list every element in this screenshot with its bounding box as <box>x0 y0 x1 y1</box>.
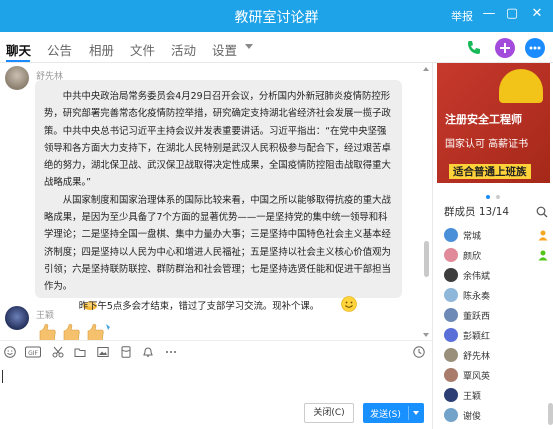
member-row[interactable]: 舒先林 <box>444 346 544 366</box>
avatar[interactable] <box>5 66 29 90</box>
tab-chat[interactable]: 聊天 <box>6 40 31 59</box>
carousel-dot[interactable] <box>496 195 500 199</box>
maximize-button[interactable]: ▢ <box>505 7 519 21</box>
member-avatar[interactable] <box>444 388 458 402</box>
avatar[interactable] <box>5 306 29 330</box>
input-toolbar: GIF <box>0 340 432 362</box>
member-row[interactable]: 谢俊 <box>444 406 544 426</box>
member-row[interactable]: 颜欣 <box>444 246 548 266</box>
message-input[interactable] <box>0 362 432 402</box>
ad-line-3: 适合普通上班族 <box>449 164 531 179</box>
plus-icon <box>500 43 510 53</box>
smile-icon[interactable] <box>4 346 16 358</box>
member-name: 董跃西 <box>463 312 491 322</box>
member-row[interactable]: 陈永奏 <box>444 286 544 306</box>
member-name: 谢俊 <box>463 412 482 422</box>
member-avatar[interactable] <box>444 268 458 282</box>
member-name: 余伟斌 <box>463 272 491 282</box>
member-name: 彭颖红 <box>463 332 491 342</box>
gif-icon[interactable]: GIF <box>25 346 41 358</box>
message-closing-text: 昨下午5点多会才结束，错过了支部学习交流。现补个课。 <box>78 300 320 312</box>
message-bubble: 中共中央政治局常务委员会4月29日召开会议，分析国内外新冠肺炎疫情防控形势，研究… <box>35 80 402 312</box>
minimize-button[interactable]: — <box>482 7 496 21</box>
tab-bar: 聊天 公告 相册 文件 活动 设置 <box>0 32 553 63</box>
send-options-chevron-icon[interactable] <box>413 411 419 415</box>
send-button-label: 发送(S) <box>370 410 401 420</box>
tab-activity[interactable]: 活动 <box>171 40 196 59</box>
message-sender: 王颖 <box>36 311 55 321</box>
safety-helmet-icon <box>499 69 543 103</box>
carousel-dot[interactable] <box>486 195 490 199</box>
chat-scrollbar[interactable] <box>424 241 429 277</box>
member-row[interactable]: 常城 <box>444 226 548 246</box>
report-link[interactable]: 举报 <box>451 8 473 24</box>
member-name: 陈永奏 <box>463 292 491 302</box>
admin-badge-icon <box>538 250 548 261</box>
tab-files[interactable]: 文件 <box>130 40 155 59</box>
members-header: 群成员 13/14 <box>444 206 510 218</box>
bell-icon[interactable] <box>142 346 154 358</box>
close-button[interactable]: 关闭(C) <box>304 403 354 423</box>
ad-line-1: 注册安全工程师 <box>445 113 522 126</box>
tab-settings[interactable]: 设置 <box>212 40 237 59</box>
tab-album[interactable]: 相册 <box>89 40 114 59</box>
thumbs-up-sticker-icon <box>36 321 116 340</box>
scroll-down-arrow-icon[interactable] <box>423 333 429 337</box>
member-avatar[interactable] <box>444 288 458 302</box>
member-row[interactable]: 彭颖红 <box>444 326 544 346</box>
member-row[interactable]: 余伟斌 <box>444 266 544 286</box>
member-row[interactable]: 覃风英 <box>444 366 544 386</box>
member-avatar[interactable] <box>444 248 458 262</box>
message-paragraph: 中共中央政治局常务委员会4月29日召开会议，分析国内外新冠肺炎疫情防控形势，研究… <box>44 91 391 189</box>
image-icon[interactable] <box>97 346 109 358</box>
member-avatar[interactable] <box>444 308 458 322</box>
member-name: 覃风英 <box>463 372 491 382</box>
member-row[interactable]: 董跃西 <box>444 306 544 326</box>
phone-icon <box>468 41 480 54</box>
history-icon[interactable] <box>413 346 425 358</box>
active-tab-indicator <box>6 60 30 62</box>
member-avatar[interactable] <box>444 368 458 382</box>
send-button-divider <box>408 406 409 420</box>
search-icon[interactable] <box>536 206 548 218</box>
member-avatar[interactable] <box>444 228 458 242</box>
member-avatar[interactable] <box>444 348 458 362</box>
title-bar: 教研室讨论群 举报 — ▢ ✕ <box>0 0 553 32</box>
smile-emoji-icon <box>322 295 357 312</box>
scissors-icon[interactable] <box>52 346 64 358</box>
text-caret <box>2 370 3 383</box>
right-panel: 注册安全工程师 国家认可 高薪证书 适合普通上班族 群成员 13/14 常城颜欣… <box>432 63 553 429</box>
settings-dropdown-icon[interactable] <box>245 44 253 49</box>
ad-line-2: 国家认可 高薪证书 <box>445 139 529 150</box>
tab-announcement[interactable]: 公告 <box>47 40 72 59</box>
message-closing-line: 昨下午5点多会才结束，错过了支部学习交流。现补个课。 <box>44 295 393 315</box>
red-packet-icon[interactable] <box>120 346 132 358</box>
member-name: 舒先林 <box>463 352 491 362</box>
member-name: 王颖 <box>463 392 482 402</box>
ad-banner[interactable]: 注册安全工程师 国家认可 高薪证书 适合普通上班族 <box>437 63 550 183</box>
more-icon[interactable] <box>165 346 177 358</box>
more-options-button[interactable] <box>525 38 545 58</box>
member-row[interactable]: 王颖 <box>444 386 544 406</box>
member-avatar[interactable] <box>444 408 458 422</box>
member-scrollbar[interactable] <box>548 403 553 425</box>
member-avatar[interactable] <box>444 328 458 342</box>
member-name: 常城 <box>463 232 482 242</box>
folder-icon[interactable] <box>74 346 86 358</box>
clap-emoji-icon <box>63 298 97 312</box>
chat-area[interactable]: 舒先林 中共中央政治局常务委员会4月29日召开会议，分析国内外新冠肺炎疫情防控形… <box>0 63 432 340</box>
message-paragraph: 从国家制度和国家治理体系的国际比较来看，中国之所以能够取得抗疫的重大战略成果，是… <box>44 194 391 293</box>
carousel-dots <box>433 188 553 202</box>
owner-badge-icon <box>538 230 548 241</box>
svg-text:GIF: GIF <box>28 350 38 357</box>
call-button[interactable] <box>464 38 484 58</box>
send-button[interactable]: 发送(S) <box>363 403 424 423</box>
member-name: 颜欣 <box>463 252 482 262</box>
add-button[interactable] <box>495 38 515 58</box>
more-dots-icon <box>529 46 541 50</box>
close-window-button[interactable]: ✕ <box>530 7 544 21</box>
scroll-up-arrow-icon[interactable] <box>423 67 429 71</box>
